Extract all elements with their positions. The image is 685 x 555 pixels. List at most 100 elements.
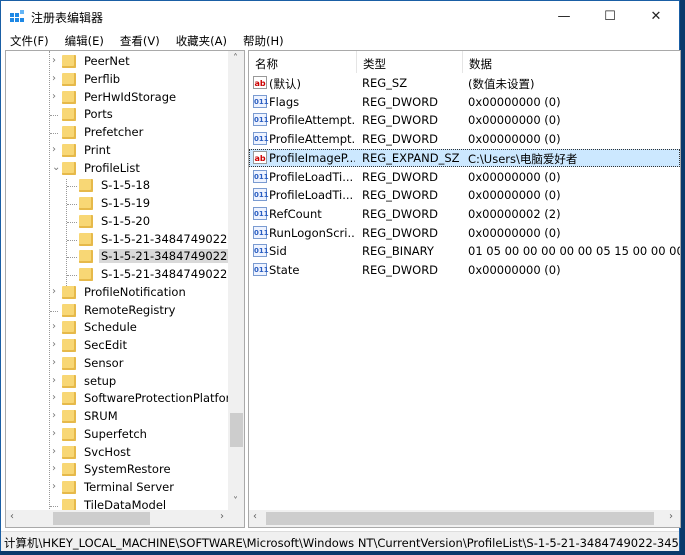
expand-chevron-icon[interactable]: › [52, 357, 62, 368]
tree-connector [67, 257, 77, 259]
folder-icon [79, 214, 93, 228]
key-tree-pane[interactable]: › PeerNet › Perflib › PerHwIdStorage Ports Pref… [5, 50, 245, 528]
value-row[interactable]: ab (默认) REG_SZ (数值未设置) [249, 74, 680, 92]
tree-vertical-scrollbar[interactable]: ˄ ˅ [228, 51, 244, 510]
value-row[interactable]: 011 ProfileLoadTi... REG_DWORD 0x00000000 (… [249, 168, 680, 186]
value-type: REG_DWORD [362, 132, 439, 147]
folder-icon [62, 285, 76, 299]
tree-item-label: Terminal Server [84, 480, 174, 494]
close-button[interactable]: ✕ [633, 1, 679, 31]
value-row[interactable]: 011 Flags REG_DWORD 0x00000000 (0) [249, 93, 680, 111]
expand-chevron-icon[interactable]: › [52, 463, 62, 474]
expand-chevron-icon[interactable]: › [52, 481, 62, 492]
expand-chevron-icon[interactable]: › [52, 55, 62, 66]
value-data: 0x00000000 (0) [468, 188, 561, 203]
tree-item-label: SecEdit [84, 338, 127, 352]
value-data: 0x00000000 (0) [468, 113, 561, 128]
value-name: ProfileLoadTi... [269, 169, 354, 184]
tree-horizontal-scrollbar[interactable]: ‹ › [6, 510, 244, 527]
value-name: State [269, 263, 300, 277]
value-row[interactable]: 011 ProfileLoadTi... REG_DWORD 0x00000000 (… [249, 186, 680, 204]
scroll-right-icon[interactable]: › [220, 511, 224, 522]
value-data: 0x00000000 (0) [468, 94, 561, 109]
expand-chevron-icon[interactable]: › [52, 73, 62, 84]
tree-item-label: Superfetch [84, 426, 147, 441]
folder-icon [62, 374, 76, 388]
scroll-down-icon[interactable]: ˅ [233, 496, 238, 507]
binary-value-icon: 011 [253, 169, 269, 183]
value-name: Flags [269, 94, 300, 109]
tree-connector [67, 221, 77, 223]
value-row[interactable]: ab ProfileImageP... REG_EXPAND_SZ C:\Users\… [249, 148, 680, 167]
tree-item-label: S-1-5-19 [101, 196, 151, 210]
menu-file[interactable]: 文件(F) [1, 31, 55, 51]
value-type: REG_SZ [362, 76, 408, 90]
menu-edit[interactable]: 编辑(E) [59, 31, 110, 51]
tree-item-label: ProfileNotification [84, 284, 186, 299]
folder-icon [62, 445, 76, 459]
tree-item-label: ProfileList [84, 160, 140, 175]
current-key-path: 计算机\HKEY_LOCAL_MACHINE\SOFTWARE\Microsof… [4, 536, 679, 550]
expand-chevron-icon[interactable]: › [52, 428, 62, 439]
string-value-icon: ab [253, 76, 267, 89]
collapse-chevron-icon[interactable]: ⌄ [52, 162, 62, 173]
scroll-left-icon[interactable]: ‹ [10, 511, 14, 522]
value-data: 0x00000000 (0) [468, 132, 561, 147]
expand-chevron-icon[interactable]: › [52, 321, 62, 332]
folder-icon [79, 268, 93, 281]
value-row[interactable]: 011 RefCount REG_DWORD 0x00000002 (2) [249, 205, 680, 223]
column-header-name[interactable]: 名称 [249, 51, 357, 73]
expand-chevron-icon[interactable]: › [52, 286, 62, 297]
tree-item-label: RemoteRegistry [84, 302, 176, 317]
tree-vscroll-thumb[interactable] [230, 413, 243, 447]
binary-value-icon: 011 [253, 225, 269, 239]
menu-favorites[interactable]: 收藏夹(A) [170, 31, 233, 51]
expand-chevron-icon[interactable]: › [52, 144, 62, 155]
expand-chevron-icon[interactable]: › [52, 410, 62, 421]
values-list-pane[interactable]: 名称 类型 数据 ab (默认) REG_SZ (数值未设置) 011 Flags REG_… [248, 50, 681, 528]
value-name: (默认) [269, 77, 301, 91]
folder-icon [62, 392, 76, 406]
value-row[interactable]: 011 State REG_DWORD 0x00000000 (0) [249, 261, 680, 279]
expand-chevron-icon[interactable]: › [52, 91, 62, 102]
expand-chevron-icon[interactable]: › [52, 339, 62, 350]
binary-value-icon: 011 [253, 263, 269, 276]
folder-icon [62, 356, 76, 370]
registry-editor-window: 注册表编辑器 — ☐ ✕ 文件(F) 编辑(E) 查看(V) 收藏夹(A) 帮助… [0, 0, 681, 551]
menu-view[interactable]: 查看(V) [114, 31, 166, 51]
folder-icon [79, 179, 93, 193]
column-header-type[interactable]: 类型 [357, 51, 463, 73]
value-row[interactable]: 011 RunLogonScri... REG_DWORD 0x00000000 (0… [249, 224, 680, 242]
scroll-up-icon[interactable]: ˄ [233, 53, 238, 64]
list-hscroll-thumb[interactable] [266, 512, 654, 525]
close-icon: ✕ [650, 8, 662, 24]
list-horizontal-scrollbar[interactable]: ‹ › [249, 510, 680, 527]
list-scroll-right-icon[interactable]: › [669, 511, 673, 522]
folder-icon [62, 161, 76, 175]
value-data: 0x00000000 (0) [468, 169, 561, 184]
column-header-data[interactable]: 数据 [463, 51, 680, 73]
status-bar: 计算机\HKEY_LOCAL_MACHINE\SOFTWARE\Microsof… [1, 531, 679, 551]
minimize-button[interactable]: — [541, 1, 587, 31]
maximize-button[interactable]: ☐ [587, 1, 633, 31]
list-scroll-left-icon[interactable]: ‹ [253, 511, 257, 522]
value-row[interactable]: 011 ProfileAttempt... REG_DWORD 0x00000000 … [249, 111, 680, 129]
value-type: REG_DWORD [362, 113, 439, 128]
value-data: (数值未设置) [468, 77, 535, 91]
menu-bar: 文件(F) 编辑(E) 查看(V) 收藏夹(A) 帮助(H) [1, 31, 679, 51]
value-row[interactable]: 011 ProfileAttempt... REG_DWORD 0x00000000 … [249, 130, 680, 148]
value-type: REG_DWORD [362, 206, 439, 221]
folder-icon [62, 463, 76, 477]
menu-help[interactable]: 帮助(H) [237, 31, 290, 51]
expand-chevron-icon[interactable]: › [52, 375, 62, 386]
expand-chevron-icon[interactable]: › [52, 392, 62, 403]
tree-connector [50, 505, 58, 507]
tree-hscroll-thumb[interactable] [53, 512, 150, 525]
tree-item-label: SystemRestore [84, 462, 171, 477]
value-row[interactable]: 011 Sid REG_BINARY 01 05 00 00 00 00 00 05 … [249, 242, 680, 260]
expand-chevron-icon[interactable]: › [52, 446, 62, 457]
value-type: REG_DWORD [362, 169, 439, 184]
value-name: RefCount [269, 206, 322, 221]
binary-value-icon: 011 [253, 113, 269, 127]
value-type: REG_EXPAND_SZ [362, 150, 460, 165]
